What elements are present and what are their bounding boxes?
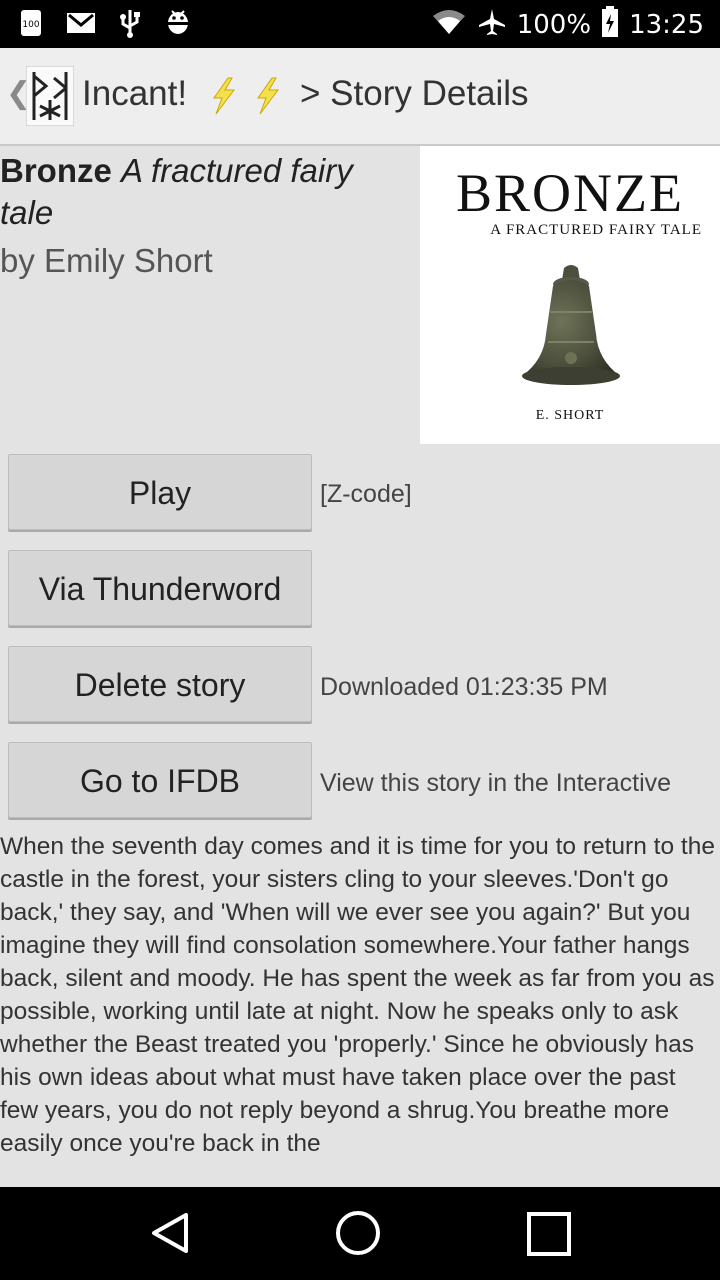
airplane-icon: [477, 7, 507, 42]
android-debug-icon: [164, 8, 192, 43]
wifi-icon: [431, 8, 467, 41]
lightning-icon: [250, 76, 284, 121]
cover-author: E. SHORT: [535, 408, 605, 423]
back-icon[interactable]: [146, 1209, 194, 1262]
gmail-icon: [66, 11, 96, 40]
clock: 13:25: [629, 9, 704, 40]
home-icon[interactable]: [334, 1209, 382, 1262]
battery-icon: [601, 6, 619, 43]
go-to-ifdb-button[interactable]: Go to IFDB: [8, 742, 312, 818]
battery-percentage: 100%: [516, 9, 592, 40]
cover-title: BRONZE: [456, 163, 684, 223]
story-header: Bronze A fractured fairy tale by Emily S…: [0, 150, 410, 280]
cover-subtitle: A FRACTURED FAIRY TALE: [490, 222, 702, 238]
svg-text:100: 100: [22, 20, 39, 30]
story-author: by Emily Short: [0, 242, 213, 279]
story-format: [Z-code]: [320, 480, 412, 508]
status-bar: 100 100% 13:25: [0, 0, 720, 48]
cover-image: BRONZE A FRACTURED FAIRY TALE E. SHORT: [420, 146, 720, 444]
notification-100-icon: 100: [18, 8, 44, 43]
usb-icon: [118, 8, 142, 43]
bell-image: [516, 264, 626, 399]
play-button[interactable]: Play: [8, 454, 312, 530]
navigation-bar: [0, 1187, 720, 1280]
action-bar: ❮ Incant! > Story Details: [0, 48, 720, 146]
ifdb-description: View this story in the Interactive: [320, 769, 672, 797]
breadcrumb: > Story Details: [300, 74, 529, 113]
app-title: Incant!: [82, 74, 188, 113]
story-title: Bronze: [0, 152, 112, 189]
app-logo-icon[interactable]: [25, 65, 75, 127]
lightning-icon: [206, 76, 240, 121]
via-thunderword-button[interactable]: Via Thunderword: [8, 550, 312, 626]
download-status: Downloaded 01:23:35 PM: [320, 673, 608, 701]
recent-apps-icon[interactable]: [526, 1211, 572, 1262]
story-title-line: Bronze A fractured fairy tale: [0, 150, 410, 234]
story-description: When the seventh day comes and it is tim…: [0, 833, 715, 1157]
delete-story-button[interactable]: Delete story: [8, 646, 312, 722]
